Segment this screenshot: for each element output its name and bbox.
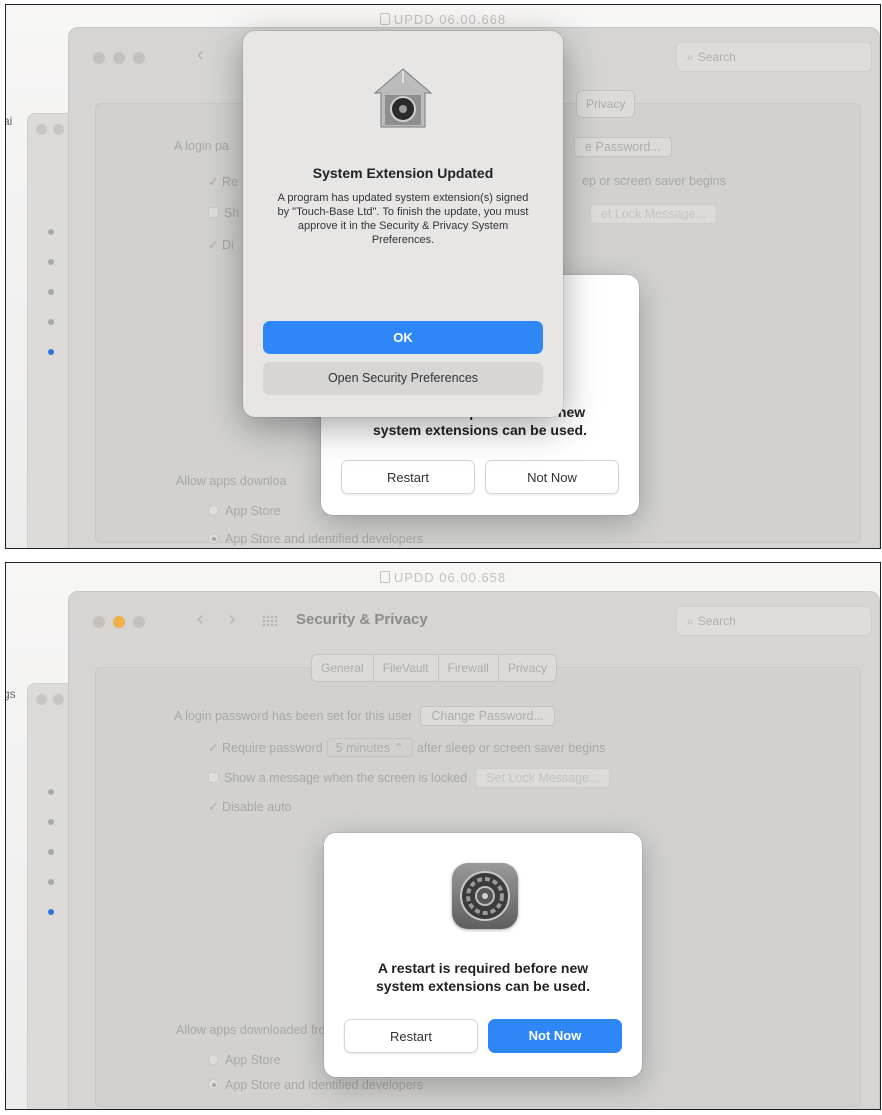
- zoom-traffic-light[interactable]: [133, 52, 145, 64]
- window-title: Security & Privacy: [296, 611, 428, 628]
- restart-required-dialog: A restart is required before new system …: [324, 833, 642, 1077]
- close-traffic-light[interactable]: [93, 52, 105, 64]
- sidebar-dot[interactable]: [48, 819, 54, 825]
- security-lock-house-icon: [373, 68, 433, 128]
- allow-apps-label: Allow apps downloaded from:: [176, 1023, 340, 1037]
- background-window-title: UPDD 06.00.658: [6, 570, 880, 585]
- login-password-text: A login pa: [174, 139, 229, 153]
- radio-app-store[interactable]: App Store: [208, 1053, 281, 1067]
- minimize-traffic-light[interactable]: [53, 124, 64, 135]
- minimize-traffic-light[interactable]: [53, 694, 64, 705]
- tab-privacy[interactable]: Privacy: [577, 91, 634, 117]
- set-lock-message-button[interactable]: Set Lock Message...: [475, 768, 611, 788]
- sidebar-dot[interactable]: [48, 789, 54, 795]
- system-preferences-gear-icon: [452, 863, 518, 929]
- allow-apps-label: Allow apps downloa: [176, 474, 287, 488]
- forward-arrow-icon[interactable]: ›: [229, 608, 236, 631]
- change-password-button[interactable]: Change Password...: [420, 706, 555, 726]
- search-icon: ⌕: [687, 614, 694, 628]
- background-window-text: gs: [6, 687, 16, 701]
- sidebar-dot[interactable]: [48, 879, 54, 885]
- back-arrow-icon[interactable]: ‹: [197, 608, 204, 631]
- back-arrow-icon[interactable]: ‹: [197, 44, 204, 67]
- set-lock-message-button[interactable]: et Lock Message...: [582, 204, 717, 224]
- show-all-grid-icon[interactable]: [262, 615, 278, 627]
- tab-privacy[interactable]: Privacy: [499, 655, 556, 681]
- sidebar-dot-selected[interactable]: [48, 909, 54, 915]
- tab-filevault[interactable]: FileVault: [374, 655, 439, 681]
- search-icon: ⌕: [687, 50, 694, 64]
- search-field[interactable]: ⌕ Search: [676, 42, 872, 72]
- close-traffic-light[interactable]: [36, 694, 47, 705]
- tab-firewall[interactable]: Firewall: [439, 655, 499, 681]
- restart-button[interactable]: Restart: [344, 1019, 478, 1053]
- minimize-traffic-light[interactable]: [113, 616, 125, 628]
- sidebar-dot[interactable]: [48, 849, 54, 855]
- tab-general[interactable]: General: [312, 655, 374, 681]
- sidebar-dot[interactable]: [48, 259, 54, 265]
- background-window-title: UPDD 06.00.668: [6, 12, 880, 27]
- require-password-suffix: ep or screen saver begins: [582, 174, 726, 188]
- dialog-title: System Extension Updated: [312, 165, 494, 181]
- system-extension-updated-dialog: System Extension Updated A program has u…: [243, 31, 563, 417]
- screenshot-panel-top: UPDD 06.00.668 ai ‹ ⌕Search Privacy A lo…: [5, 4, 881, 549]
- radio-identified-developers[interactable]: App Store and identified developers: [208, 1078, 423, 1092]
- dialog-body: A program has updated system extension(s…: [277, 192, 529, 246]
- disable-auto-checkbox[interactable]: ✓ Di: [208, 237, 234, 252]
- sidebar-dot-selected[interactable]: [48, 349, 54, 355]
- show-message-row[interactable]: Show a message when the screen is locked…: [208, 768, 611, 788]
- restart-message: A restart is required before new system …: [376, 960, 590, 994]
- sidebar-dot[interactable]: [48, 289, 54, 295]
- background-window-text: ai: [6, 114, 13, 128]
- tab-bar: Privacy: [576, 90, 636, 118]
- not-now-button[interactable]: Not Now: [485, 460, 619, 494]
- close-traffic-light[interactable]: [93, 616, 105, 628]
- login-password-row: A login password has been set for this u…: [174, 706, 555, 726]
- zoom-traffic-light[interactable]: [133, 616, 145, 628]
- minimize-traffic-light[interactable]: [113, 52, 125, 64]
- require-password-row[interactable]: ✓ Require password 5 minutes ⌃ after sleep …: [208, 738, 605, 757]
- restart-button[interactable]: Restart: [341, 460, 475, 494]
- open-security-preferences-button[interactable]: Open Security Preferences: [263, 362, 543, 395]
- search-field[interactable]: ⌕ Search: [676, 606, 872, 636]
- not-now-button[interactable]: Not Now: [488, 1019, 622, 1053]
- radio-app-store[interactable]: App Store: [208, 504, 281, 518]
- require-password-select[interactable]: 5 minutes ⌃: [326, 738, 413, 757]
- radio-identified-developers[interactable]: App Store and identified developers: [208, 532, 423, 546]
- require-password-checkbox[interactable]: ✓ Re: [208, 174, 238, 189]
- sidebar-dot[interactable]: [48, 229, 54, 235]
- disable-auto-checkbox[interactable]: ✓ Disable auto: [208, 799, 292, 814]
- ok-button[interactable]: OK: [263, 321, 543, 354]
- close-traffic-light[interactable]: [36, 124, 47, 135]
- screenshot-panel-bottom: UPDD 06.00.658 gs ‹ › Security & Privacy…: [5, 562, 881, 1110]
- tab-bar: General FileVault Firewall Privacy: [311, 654, 558, 682]
- sidebar-dot[interactable]: [48, 319, 54, 325]
- show-message-checkbox[interactable]: Sh: [208, 206, 239, 220]
- window-titlebar: ‹ › Security & Privacy ⌕ Search: [69, 592, 879, 648]
- change-password-button[interactable]: e Password...: [566, 137, 672, 157]
